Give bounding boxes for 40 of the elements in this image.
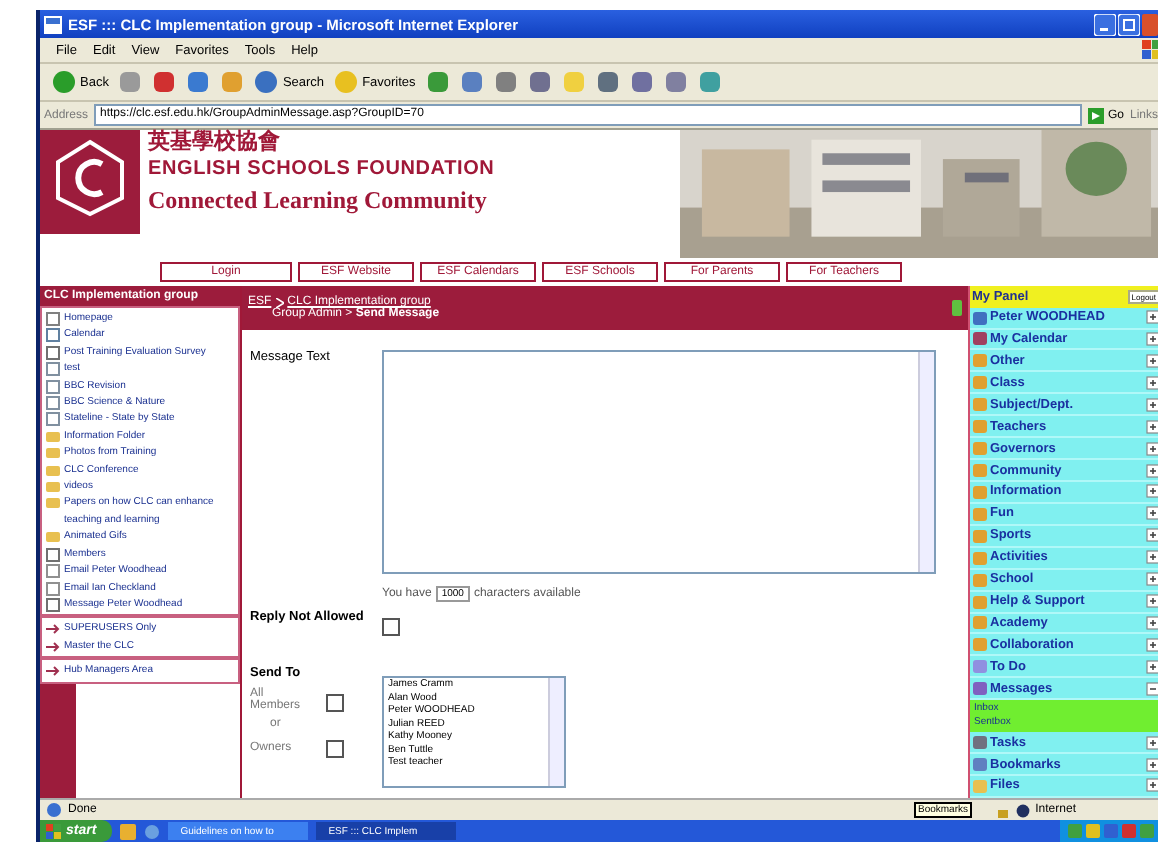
collapse-icon[interactable] xyxy=(1146,681,1158,696)
arrow-icon xyxy=(46,664,60,679)
expand-icon[interactable] xyxy=(1146,506,1158,521)
owners-checkbox[interactable] xyxy=(326,740,344,758)
expand-icon[interactable] xyxy=(1146,463,1158,477)
expand-icon[interactable] xyxy=(1146,757,1158,772)
expand-icon[interactable] xyxy=(1146,484,1158,499)
expand-icon[interactable] xyxy=(1146,735,1158,750)
expand-icon[interactable] xyxy=(1146,331,1158,346)
expand-icon[interactable] xyxy=(1146,419,1158,434)
windows-logo-icon xyxy=(46,823,62,839)
chevron-icon xyxy=(275,297,284,307)
expand-icon[interactable] xyxy=(1146,637,1158,652)
minimize-icon[interactable] xyxy=(1094,13,1116,35)
maximize-icon[interactable] xyxy=(1118,13,1140,35)
expand-icon[interactable] xyxy=(1146,441,1158,456)
expand-icon[interactable] xyxy=(1146,310,1158,325)
community-title: Connected Learning Community xyxy=(148,184,489,218)
folder-icon xyxy=(46,530,60,545)
chinese-title: 英基學校協會 xyxy=(148,130,282,156)
all-members-checkbox[interactable] xyxy=(326,693,344,711)
expand-icon[interactable] xyxy=(1146,778,1158,793)
expand-icon[interactable] xyxy=(1146,594,1158,609)
ie-icon xyxy=(44,15,62,33)
expand-icon[interactable] xyxy=(1146,375,1158,390)
expand-icon[interactable] xyxy=(1146,659,1158,674)
sidebar-strip xyxy=(40,683,76,798)
windows-logo-icon xyxy=(1142,40,1158,60)
status-icon xyxy=(952,300,962,316)
expand-icon[interactable] xyxy=(1146,397,1158,412)
clc-logo-icon xyxy=(54,138,126,218)
expand-icon[interactable] xyxy=(1146,353,1158,368)
expand-icon[interactable] xyxy=(1146,550,1158,565)
foundation-title: ENGLISH SCHOOLS FOUNDATION xyxy=(148,156,497,182)
reply-not-allowed-checkbox[interactable] xyxy=(382,618,400,636)
expand-icon[interactable] xyxy=(1146,528,1158,543)
expand-icon[interactable] xyxy=(1146,572,1158,587)
expand-icon[interactable] xyxy=(1146,615,1158,630)
message-text-field[interactable] xyxy=(382,350,936,574)
go-arrow-icon xyxy=(1087,107,1104,123)
